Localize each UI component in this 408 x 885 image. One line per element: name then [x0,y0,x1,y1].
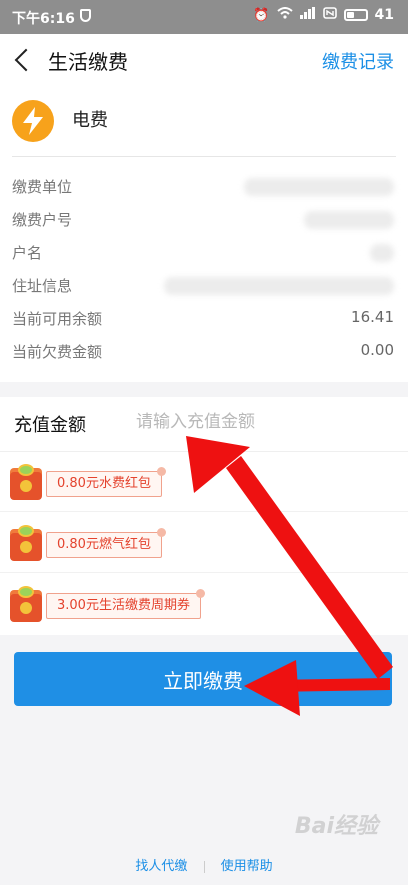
info-label: 当前可用余额 [12,310,103,328]
info-label: 住址信息 [12,277,73,295]
lightning-bolt-icon [12,100,54,142]
info-label: 户名 [12,244,43,262]
nfc-icon [322,7,337,23]
page-title: 生活缴费 [48,50,128,74]
pay-for-others-link[interactable]: 找人代缴 [135,859,187,874]
back-arrow-icon[interactable] [14,49,34,71]
arrears-value: 0.00 [360,341,394,359]
coupon-item[interactable]: 0.80元水费红包 [0,452,408,512]
status-time: 下午6:16 [12,11,75,27]
coupon-label: 3.00元生活缴费周期券 [46,589,205,619]
alarm-icon: ⏰ [253,7,270,23]
red-envelope-icon [8,586,46,624]
info-row-account-name: 户名 [0,236,408,270]
shield-icon [80,9,91,22]
footer-separator [203,860,205,873]
coupon-label: 0.80元燃气红包 [46,528,166,558]
bill-info-card: 电费 缴费单位 缴费户号 户名 住址信息 当前可用余额 16.41 当前欠费金额… [0,88,408,382]
status-icons: ⏰ 41 [253,7,394,23]
pay-now-button[interactable]: 立即缴费 [14,652,392,706]
recharge-amount-row: 充值金额 [0,397,408,451]
info-row-balance: 当前可用余额 16.41 [0,302,408,336]
bill-type-name: 电费 [72,110,108,131]
nav-bar: 生活缴费 缴费记录 [0,34,408,88]
info-label: 当前欠费金额 [12,343,103,361]
recharge-amount-label: 充值金额 [14,415,86,436]
redacted-value [370,244,394,262]
battery-icon [343,9,368,21]
redacted-value [304,211,394,229]
status-bar: 下午6:16 ⏰ 41 [0,0,408,34]
signal-icon [299,7,316,23]
info-row-payment-unit: 缴费单位 [0,170,408,204]
recharge-amount-input[interactable] [136,407,386,437]
coupon-item[interactable]: 3.00元生活缴费周期券 [0,574,408,634]
baidu-watermark: Bai经验 [294,814,378,839]
divider [12,156,396,157]
wifi-icon [276,7,293,23]
redacted-value [244,178,394,196]
info-row-arrears: 当前欠费金额 0.00 [0,335,408,369]
redacted-value [164,277,394,295]
info-label: 缴费单位 [12,178,73,196]
help-link[interactable]: 使用帮助 [221,859,273,874]
battery-level: 41 [374,7,394,23]
info-label: 缴费户号 [12,211,73,229]
red-envelope-icon [8,525,46,563]
info-row-account-number: 缴费户号 [0,203,408,237]
balance-value: 16.41 [351,308,394,326]
coupon-item[interactable]: 0.80元燃气红包 [0,513,408,573]
info-row-address: 住址信息 [0,269,408,303]
footer-links: 找人代缴 使用帮助 [0,855,408,875]
payment-record-link[interactable]: 缴费记录 [322,48,394,74]
red-envelope-icon [8,464,46,502]
coupon-label: 0.80元水费红包 [46,467,166,497]
coupon-list: 0.80元水费红包 0.80元燃气红包 3.00元生活缴费周期券 [0,451,408,635]
